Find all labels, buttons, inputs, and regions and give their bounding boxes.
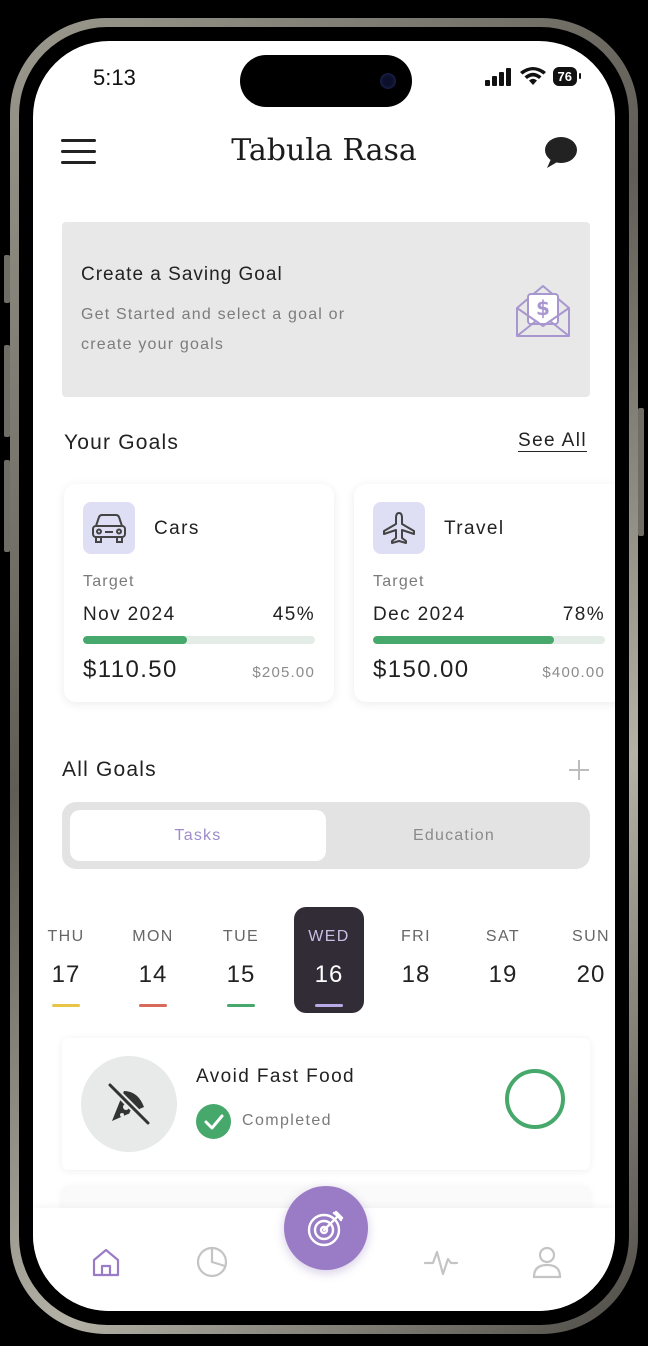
tab-education[interactable]: Education bbox=[326, 810, 582, 861]
volume-up-button bbox=[4, 345, 10, 437]
task-title: Avoid Fast Food bbox=[196, 1066, 356, 1087]
check-icon bbox=[196, 1104, 231, 1139]
day-thu[interactable]: THU 17 bbox=[33, 907, 101, 1013]
airplane-icon bbox=[373, 502, 425, 554]
day-label: FRI bbox=[401, 928, 431, 945]
camera-icon bbox=[380, 73, 396, 89]
day-number: 18 bbox=[401, 961, 431, 988]
see-all-link[interactable]: See All bbox=[518, 430, 587, 452]
day-sat[interactable]: SAT 19 bbox=[468, 907, 538, 1013]
no-pizza-icon bbox=[81, 1056, 177, 1152]
task-status: Completed bbox=[242, 1112, 332, 1129]
goal-saved-amount: $110.50 bbox=[83, 656, 178, 683]
home-icon[interactable] bbox=[88, 1244, 124, 1280]
day-status-mark bbox=[227, 1004, 255, 1007]
goal-target-label: Target bbox=[83, 573, 135, 590]
plus-icon[interactable] bbox=[568, 759, 590, 781]
day-mon[interactable]: MON 14 bbox=[118, 907, 188, 1013]
goal-card-cars[interactable]: Cars Target Nov 2024 45% $110.50 $205.00 bbox=[64, 484, 334, 702]
your-goals-title: Your Goals bbox=[64, 431, 180, 454]
day-status-mark bbox=[139, 1004, 167, 1007]
goal-type-toggle: Tasks Education bbox=[62, 802, 590, 869]
activity-icon[interactable] bbox=[423, 1244, 459, 1280]
status-time: 5:13 bbox=[93, 65, 136, 90]
goal-progress-bar bbox=[83, 636, 315, 644]
goal-target-label: Target bbox=[373, 573, 425, 590]
tab-tasks[interactable]: Tasks bbox=[70, 810, 326, 861]
day-label: THU bbox=[47, 928, 85, 945]
volume-down-button bbox=[4, 460, 10, 552]
goal-name: Travel bbox=[444, 518, 505, 539]
goal-name: Cars bbox=[154, 518, 200, 539]
day-status-mark bbox=[52, 1004, 80, 1007]
day-label: SUN bbox=[572, 928, 610, 945]
day-number: 19 bbox=[488, 961, 518, 988]
day-fri[interactable]: FRI 18 bbox=[381, 907, 451, 1013]
day-wed-selected[interactable]: WED 16 bbox=[294, 907, 364, 1013]
goal-card-travel[interactable]: Travel Target Dec 2024 78% $150.00 $400.… bbox=[354, 484, 615, 702]
day-status-mark bbox=[315, 1004, 343, 1007]
goal-date: Dec 2024 bbox=[373, 604, 466, 625]
target-icon[interactable] bbox=[284, 1186, 368, 1270]
create-goal-title: Create a Saving Goal bbox=[81, 264, 283, 285]
cellular-signal-icon bbox=[484, 67, 511, 86]
day-tue[interactable]: TUE 15 bbox=[206, 907, 276, 1013]
chat-bubble-icon[interactable] bbox=[537, 133, 581, 173]
day-label: WED bbox=[308, 928, 350, 945]
task-card-avoid-fast-food[interactable]: Avoid Fast Food Completed bbox=[62, 1038, 590, 1170]
status-icons: 76 bbox=[484, 67, 582, 86]
dynamic-island bbox=[240, 55, 412, 107]
day-label: MON bbox=[132, 928, 174, 945]
wifi-icon bbox=[519, 67, 546, 85]
screen: 5:13 76 Tabula Rasa Create a Saving Goal… bbox=[33, 41, 615, 1311]
goal-total-amount: $400.00 bbox=[542, 664, 605, 681]
day-number: 20 bbox=[576, 961, 606, 988]
create-saving-goal-card[interactable]: Create a Saving Goal Get Started and sel… bbox=[62, 222, 590, 397]
day-number: 16 bbox=[314, 961, 344, 988]
all-goals-title: All Goals bbox=[62, 758, 157, 781]
action-button bbox=[4, 255, 10, 303]
task-complete-toggle[interactable] bbox=[505, 1069, 565, 1129]
pie-chart-icon[interactable] bbox=[194, 1244, 230, 1280]
battery-indicator: 76 bbox=[552, 67, 582, 86]
day-label: SAT bbox=[485, 928, 521, 945]
goal-total-amount: $205.00 bbox=[252, 664, 315, 681]
goal-percent: 78% bbox=[562, 604, 605, 625]
create-goal-subtitle: Get Started and select a goal or create … bbox=[81, 306, 346, 353]
money-envelope-icon: $ bbox=[516, 285, 570, 337]
goal-percent: 45% bbox=[272, 604, 315, 625]
day-number: 17 bbox=[51, 961, 81, 988]
power-button bbox=[638, 408, 644, 536]
svg-text:$: $ bbox=[536, 296, 550, 320]
day-label: TUE bbox=[222, 928, 260, 945]
day-sun[interactable]: SUN 20 bbox=[556, 907, 615, 1013]
app-title: Tabula Rasa bbox=[231, 133, 417, 168]
day-number: 15 bbox=[226, 961, 256, 988]
car-icon bbox=[83, 502, 135, 554]
profile-icon[interactable] bbox=[529, 1244, 565, 1280]
goal-date: Nov 2024 bbox=[83, 604, 176, 625]
goal-saved-amount: $150.00 bbox=[373, 656, 470, 683]
day-number: 14 bbox=[138, 961, 168, 988]
goal-progress-bar bbox=[373, 636, 605, 644]
